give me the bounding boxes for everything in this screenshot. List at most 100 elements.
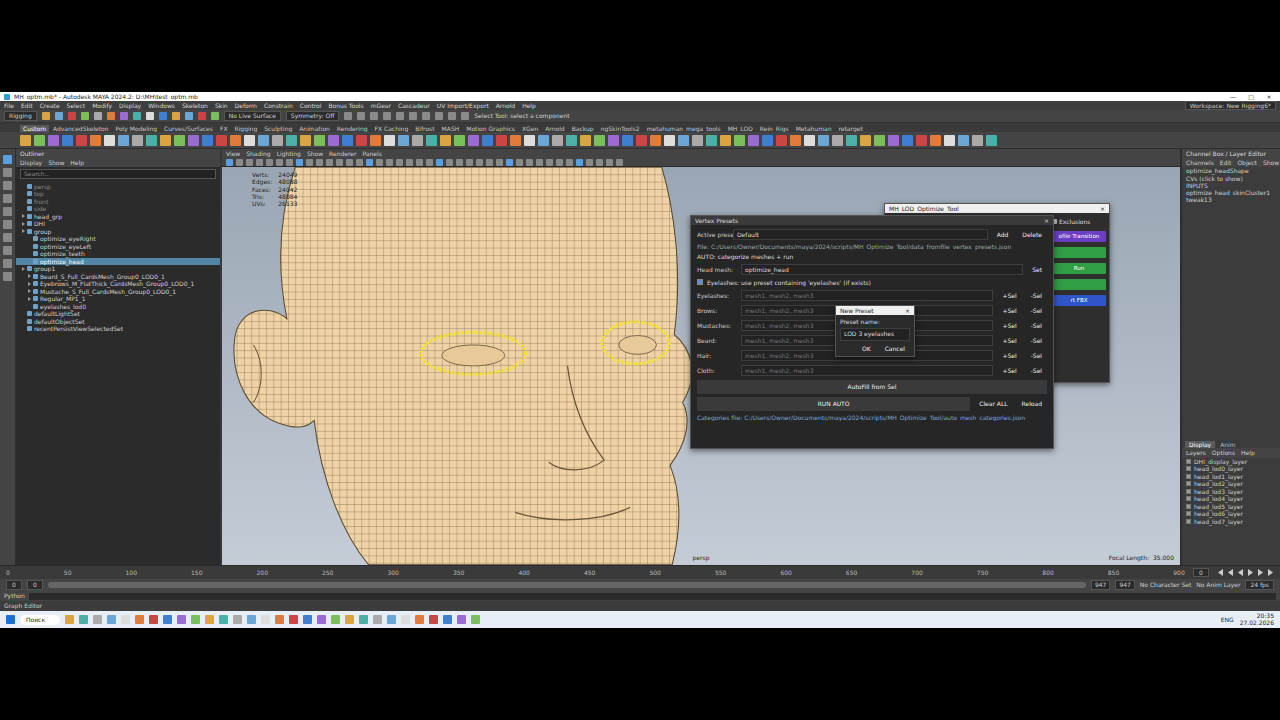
add-selection-button[interactable]: +Sel [997, 336, 1021, 345]
add-selection-button[interactable]: +Sel [997, 306, 1021, 315]
category-field[interactable]: mesh1, mesh2, mesh3 [741, 290, 993, 301]
status-tool-icon[interactable] [94, 112, 102, 120]
playback-button-icon[interactable] [1267, 569, 1274, 576]
viewport-tool-icon[interactable] [336, 159, 343, 166]
expand-arrow-icon[interactable] [28, 237, 31, 241]
viewport-tool-icon[interactable] [396, 159, 403, 166]
shelf-button-icon[interactable] [230, 135, 241, 146]
viewport-tool-icon[interactable] [356, 159, 363, 166]
viewport-tool-icon[interactable] [266, 159, 273, 166]
expand-arrow-icon[interactable] [22, 192, 25, 196]
shelf-tab[interactable]: Rigging [232, 125, 261, 132]
expand-arrow-icon[interactable] [22, 214, 25, 218]
viewport-tool-icon[interactable] [416, 159, 423, 166]
menu-item[interactable]: Help [522, 102, 536, 109]
taskbar-app-icon[interactable] [415, 615, 424, 624]
layer-row[interactable]: head_lod0_layer [1182, 465, 1280, 473]
shelf-button-icon[interactable] [636, 135, 647, 146]
shelf-button-icon[interactable] [314, 135, 325, 146]
status-tool-icon[interactable] [198, 112, 206, 120]
viewport-tool-icon[interactable] [306, 159, 313, 166]
menu-item[interactable]: Create [40, 102, 60, 109]
taskbar-app-icon[interactable] [289, 615, 298, 624]
range-track[interactable] [48, 582, 1086, 588]
outliner-item[interactable]: group [16, 228, 220, 236]
shelf-tab[interactable]: Sculpting [261, 125, 295, 132]
outliner-item[interactable]: top [16, 190, 220, 198]
shelf-button-icon[interactable] [986, 135, 997, 146]
shelf-button-icon[interactable] [580, 135, 591, 146]
viewport-tool-icon[interactable] [476, 159, 483, 166]
channel-menu-item[interactable]: Edit [1220, 159, 1232, 166]
channel-line[interactable]: tweak13 [1182, 196, 1280, 203]
viewport-tool-icon[interactable] [436, 159, 443, 166]
status-tool-icon[interactable] [344, 112, 352, 120]
shelf-tab[interactable]: MH_LOD [725, 125, 756, 132]
status-tool-icon[interactable] [409, 112, 417, 120]
menu-item[interactable]: Display [119, 102, 141, 109]
taskbar-app-icon[interactable] [387, 615, 396, 624]
shelf-tab[interactable]: Curves/Surfaces [161, 125, 216, 132]
visibility-box[interactable] [1186, 459, 1191, 464]
taskbar-app-icon[interactable] [303, 615, 312, 624]
shelf-button-icon[interactable] [972, 135, 983, 146]
outliner-menu-item[interactable]: Show [48, 159, 64, 166]
shelf-button-icon[interactable] [132, 135, 143, 146]
outliner-item[interactable]: eyelashes_lod0 [16, 303, 220, 311]
taskbar-app-icon[interactable] [471, 615, 480, 624]
viewport-tool-icon[interactable] [296, 159, 303, 166]
symmetry-dropdown[interactable]: Symmetry: Off [286, 111, 339, 120]
layer-row[interactable]: DHI_display_layer [1182, 458, 1280, 466]
status-tool-icon[interactable] [448, 112, 456, 120]
layer-row[interactable]: head_lod5_layer [1182, 503, 1280, 511]
shelf-tab[interactable]: ngSkinTools2 [598, 125, 643, 132]
viewport-tool-icon[interactable] [316, 159, 323, 166]
shelf-button-icon[interactable] [76, 135, 87, 146]
shelf-tab[interactable]: Bifrost [412, 125, 437, 132]
add-selection-button[interactable]: +Sel [997, 351, 1021, 360]
visibility-box[interactable] [1186, 474, 1191, 479]
menu-item[interactable]: Windows [148, 102, 175, 109]
channel-menu-item[interactable]: Show [1263, 159, 1279, 166]
shelf-button-icon[interactable] [720, 135, 731, 146]
shelf-tab[interactable]: XGen [519, 125, 541, 132]
shelf-button-icon[interactable] [888, 135, 899, 146]
visibility-box[interactable] [1186, 481, 1191, 486]
status-tool-icon[interactable] [159, 112, 167, 120]
taskbar-app-icon[interactable] [177, 615, 186, 624]
taskbar-app-icon[interactable] [345, 615, 354, 624]
shelf-button-icon[interactable] [160, 135, 171, 146]
shelf-button-icon[interactable] [804, 135, 815, 146]
layer-row[interactable]: head_lod2_layer [1182, 480, 1280, 488]
shelf-button-icon[interactable] [118, 135, 129, 146]
visibility-box[interactable] [1186, 466, 1191, 471]
outliner-item[interactable]: head_grp [16, 213, 220, 221]
shelf-button-icon[interactable] [608, 135, 619, 146]
shelf-button-icon[interactable] [622, 135, 633, 146]
viewport-tool-icon[interactable] [256, 159, 263, 166]
viewport-tool-icon[interactable] [386, 159, 393, 166]
shelf-button-icon[interactable] [62, 135, 73, 146]
outliner-item[interactable]: defaultObjectSet [16, 318, 220, 326]
outliner-item[interactable]: Regular_MP1_1 [16, 295, 220, 303]
cancel-button[interactable]: Cancel [880, 344, 910, 353]
status-tool-icon[interactable] [107, 112, 115, 120]
autofill-button[interactable]: AutoFill from Sel [697, 380, 1047, 394]
menu-item[interactable]: Skin [215, 102, 228, 109]
status-tool-icon[interactable] [211, 112, 219, 120]
shelf-button-icon[interactable] [244, 135, 255, 146]
tool-icon[interactable] [3, 155, 12, 164]
outliner-item[interactable]: DHI [16, 220, 220, 228]
shelf-button-icon[interactable] [496, 135, 507, 146]
outliner-item[interactable]: group1 [16, 265, 220, 273]
viewport-tool-icon[interactable] [406, 159, 413, 166]
add-selection-button[interactable]: +Sel [997, 291, 1021, 300]
taskbar-app-icon[interactable] [65, 615, 74, 624]
inner-start-field[interactable]: 0 [27, 580, 43, 589]
viewport-tool-icon[interactable] [276, 159, 283, 166]
layer-menu-item[interactable]: Help [1241, 449, 1255, 456]
shelf-button-icon[interactable] [552, 135, 563, 146]
category-field[interactable]: mesh1, mesh2, mesh3 [741, 365, 993, 376]
command-input[interactable] [29, 593, 1276, 600]
viewport-tool-icon[interactable] [346, 159, 353, 166]
